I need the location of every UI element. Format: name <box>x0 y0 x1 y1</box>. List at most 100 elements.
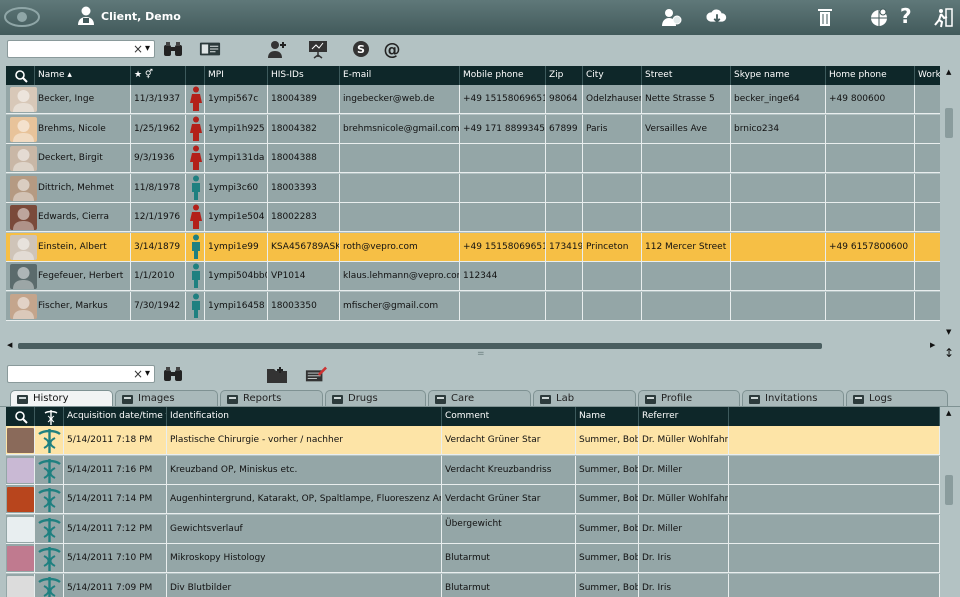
exit-icon[interactable] <box>933 6 955 28</box>
client-mobile-cell <box>460 203 546 232</box>
tab-care[interactable]: Care <box>428 390 531 407</box>
binoculars-icon[interactable] <box>162 39 184 59</box>
id-card-icon[interactable] <box>199 39 221 59</box>
record-header-type[interactable] <box>35 407 64 426</box>
client-his-cell: 18004388 <box>268 144 340 173</box>
record-row[interactable]: 5/14/2011 7:12 PM Gewichtsverlauf Übergewi… <box>6 514 940 544</box>
female-icon <box>190 116 202 141</box>
client-row[interactable]: Edwards, Cierra 12/1/1976 1ympi1e504 180022… <box>6 203 940 232</box>
record-header-referrer[interactable]: Referrer <box>639 407 729 426</box>
email-icon[interactable]: @ <box>381 39 403 59</box>
record-comment-cell: Blutarmut <box>442 544 576 573</box>
client-dob-cell: 12/1/1976 <box>131 203 186 232</box>
tab-profile[interactable]: Profile <box>638 390 740 407</box>
client-vertical-scrollbar[interactable]: ▲ ▼ <box>942 66 956 339</box>
client-hscroll-thumb[interactable] <box>18 343 822 349</box>
column-header-email[interactable]: E-mail <box>340 66 460 85</box>
record-row[interactable]: 5/14/2011 7:14 PM Augenhintergrund, Katar… <box>6 485 940 514</box>
client-name-cell: Fischer, Markus <box>35 291 131 321</box>
trash-icon[interactable] <box>814 6 836 28</box>
record-row[interactable]: 5/14/2011 7:18 PM Plastische Chirurgie - … <box>6 426 940 455</box>
client-work-cell <box>915 292 940 321</box>
client-email-cell: klaus.lehmann@vepro.com <box>340 262 460 291</box>
pane-splitter[interactable]: = <box>477 349 485 359</box>
client-mpi-cell: 1ympi16458 <box>205 291 268 321</box>
client-name-cell: Deckert, Birgit <box>35 144 131 173</box>
clear-search-icon[interactable]: × <box>133 41 143 57</box>
add-user-icon[interactable] <box>266 39 288 59</box>
column-header-home[interactable]: Home phone <box>826 66 915 85</box>
edit-record-icon[interactable] <box>305 364 327 384</box>
tab-drugs[interactable]: Drugs <box>325 390 426 407</box>
help-icon[interactable]: ? <box>900 4 912 28</box>
client-search-input[interactable]: × ▾ <box>7 40 155 58</box>
client-row[interactable]: Einstein, Albert 3/14/1879 1ympi1e99 KSA456… <box>6 232 940 262</box>
column-header-city[interactable]: City <box>583 66 642 85</box>
client-mobile-cell <box>460 291 546 321</box>
records-toolbar: × ▾ <box>0 362 960 388</box>
resize-pane-icon[interactable]: ↕ <box>944 346 954 360</box>
client-scroll-thumb[interactable] <box>945 108 953 138</box>
column-header-work[interactable]: Work <box>915 66 940 85</box>
column-header-sex[interactable] <box>186 66 205 85</box>
tab-logs[interactable]: Logs <box>846 390 948 407</box>
record-header-zoom[interactable] <box>6 407 35 426</box>
record-comment-cell: Verdacht Kreuzbandriss <box>442 455 576 485</box>
record-spacer-cell <box>729 573 940 597</box>
record-type-cell <box>35 514 64 544</box>
record-datetime-cell: 5/14/2011 7:18 PM <box>64 426 167 455</box>
records-zoom-icon[interactable] <box>14 410 28 424</box>
client-row[interactable]: Brehms, Nicole 1/25/1962 1ympi1h925 1800438… <box>6 114 940 144</box>
cloud-download-icon[interactable] <box>706 6 728 28</box>
records-scroll-thumb[interactable] <box>945 475 953 505</box>
column-header-skype[interactable]: Skype name <box>731 66 826 85</box>
column-header-mpi[interactable]: MPI <box>205 66 268 85</box>
records-search-input[interactable]: × ▾ <box>7 365 155 383</box>
search-dropdown-icon[interactable]: ▾ <box>145 43 150 54</box>
client-row[interactable]: Fegefeuer, Herbert 1/1/2010 1ympi504bb0 VP1… <box>6 262 940 291</box>
records-dropdown-icon[interactable]: ▾ <box>145 368 150 379</box>
records-binoculars-icon[interactable] <box>162 364 184 384</box>
record-spacer-cell <box>729 485 940 514</box>
add-folder-icon[interactable] <box>266 364 288 384</box>
column-header-mobile[interactable]: Mobile phone <box>460 66 546 85</box>
globe-pin-icon[interactable] <box>868 6 890 28</box>
record-spacer-cell <box>729 544 940 573</box>
column-header-his[interactable]: HIS-IDs <box>268 66 340 85</box>
record-header-comment[interactable]: Comment <box>442 407 576 426</box>
client-avatar <box>10 87 37 112</box>
record-header-name[interactable]: Name <box>576 407 639 426</box>
record-row[interactable]: 5/14/2011 7:16 PM Kreuzband OP, Miniskus … <box>6 455 940 485</box>
tab-history[interactable]: History <box>10 390 113 407</box>
tab-images[interactable]: Images <box>115 390 218 407</box>
records-vertical-scrollbar[interactable]: ▲ <box>942 407 956 597</box>
client-row[interactable]: Becker, Inge 11/3/1937 1ympi567c 18004389 in… <box>6 85 940 114</box>
tab-reports[interactable]: Reports <box>220 390 323 407</box>
client-horizontal-scrollbar[interactable]: ◀ ▶ <box>6 341 940 351</box>
client-his-cell: 18002283 <box>268 203 340 232</box>
client-row[interactable]: Deckert, Birgit 9/3/1936 1ympi131da 1800438… <box>6 144 940 173</box>
client-toolbar: × ▾ S @ <box>0 35 960 65</box>
zoom-header-cell[interactable] <box>6 66 35 85</box>
tab-lab[interactable]: Lab <box>533 390 636 407</box>
presentation-icon[interactable] <box>307 39 329 59</box>
column-header-name[interactable]: Name ▴ <box>35 66 131 85</box>
clear-records-search-icon[interactable]: × <box>133 366 143 382</box>
zoom-icon[interactable] <box>14 69 28 83</box>
record-row[interactable]: 5/14/2011 7:10 PM Mikroskopy Histology Blu… <box>6 544 940 573</box>
column-header-dob[interactable]: ★ ⚥ <box>131 66 186 85</box>
record-header-identification[interactable]: Identification <box>167 407 442 426</box>
column-header-zip[interactable]: Zip <box>546 66 583 85</box>
users-settings-icon[interactable] <box>661 6 683 28</box>
client-row[interactable]: Dittrich, Mehmet 11/8/1978 1ympi3c60 180033… <box>6 173 940 203</box>
client-city-cell <box>583 291 642 321</box>
column-header-street[interactable]: Street <box>642 66 731 85</box>
record-row[interactable]: 5/14/2011 7:09 PM Div Blutbilder Blutarmut… <box>6 573 940 597</box>
skype-icon[interactable]: S <box>350 39 372 59</box>
client-row[interactable]: Fischer, Markus 7/30/1942 1ympi16458 180033… <box>6 291 940 321</box>
record-header-datetime[interactable]: Acquisition date/time ▾ <box>64 407 167 426</box>
tab-invitations[interactable]: Invitations <box>742 390 844 407</box>
client-email-cell: brehmsnicole@gmail.com <box>340 114 460 144</box>
client-city-cell: Princeton <box>583 232 642 262</box>
client-city-cell <box>583 262 642 291</box>
